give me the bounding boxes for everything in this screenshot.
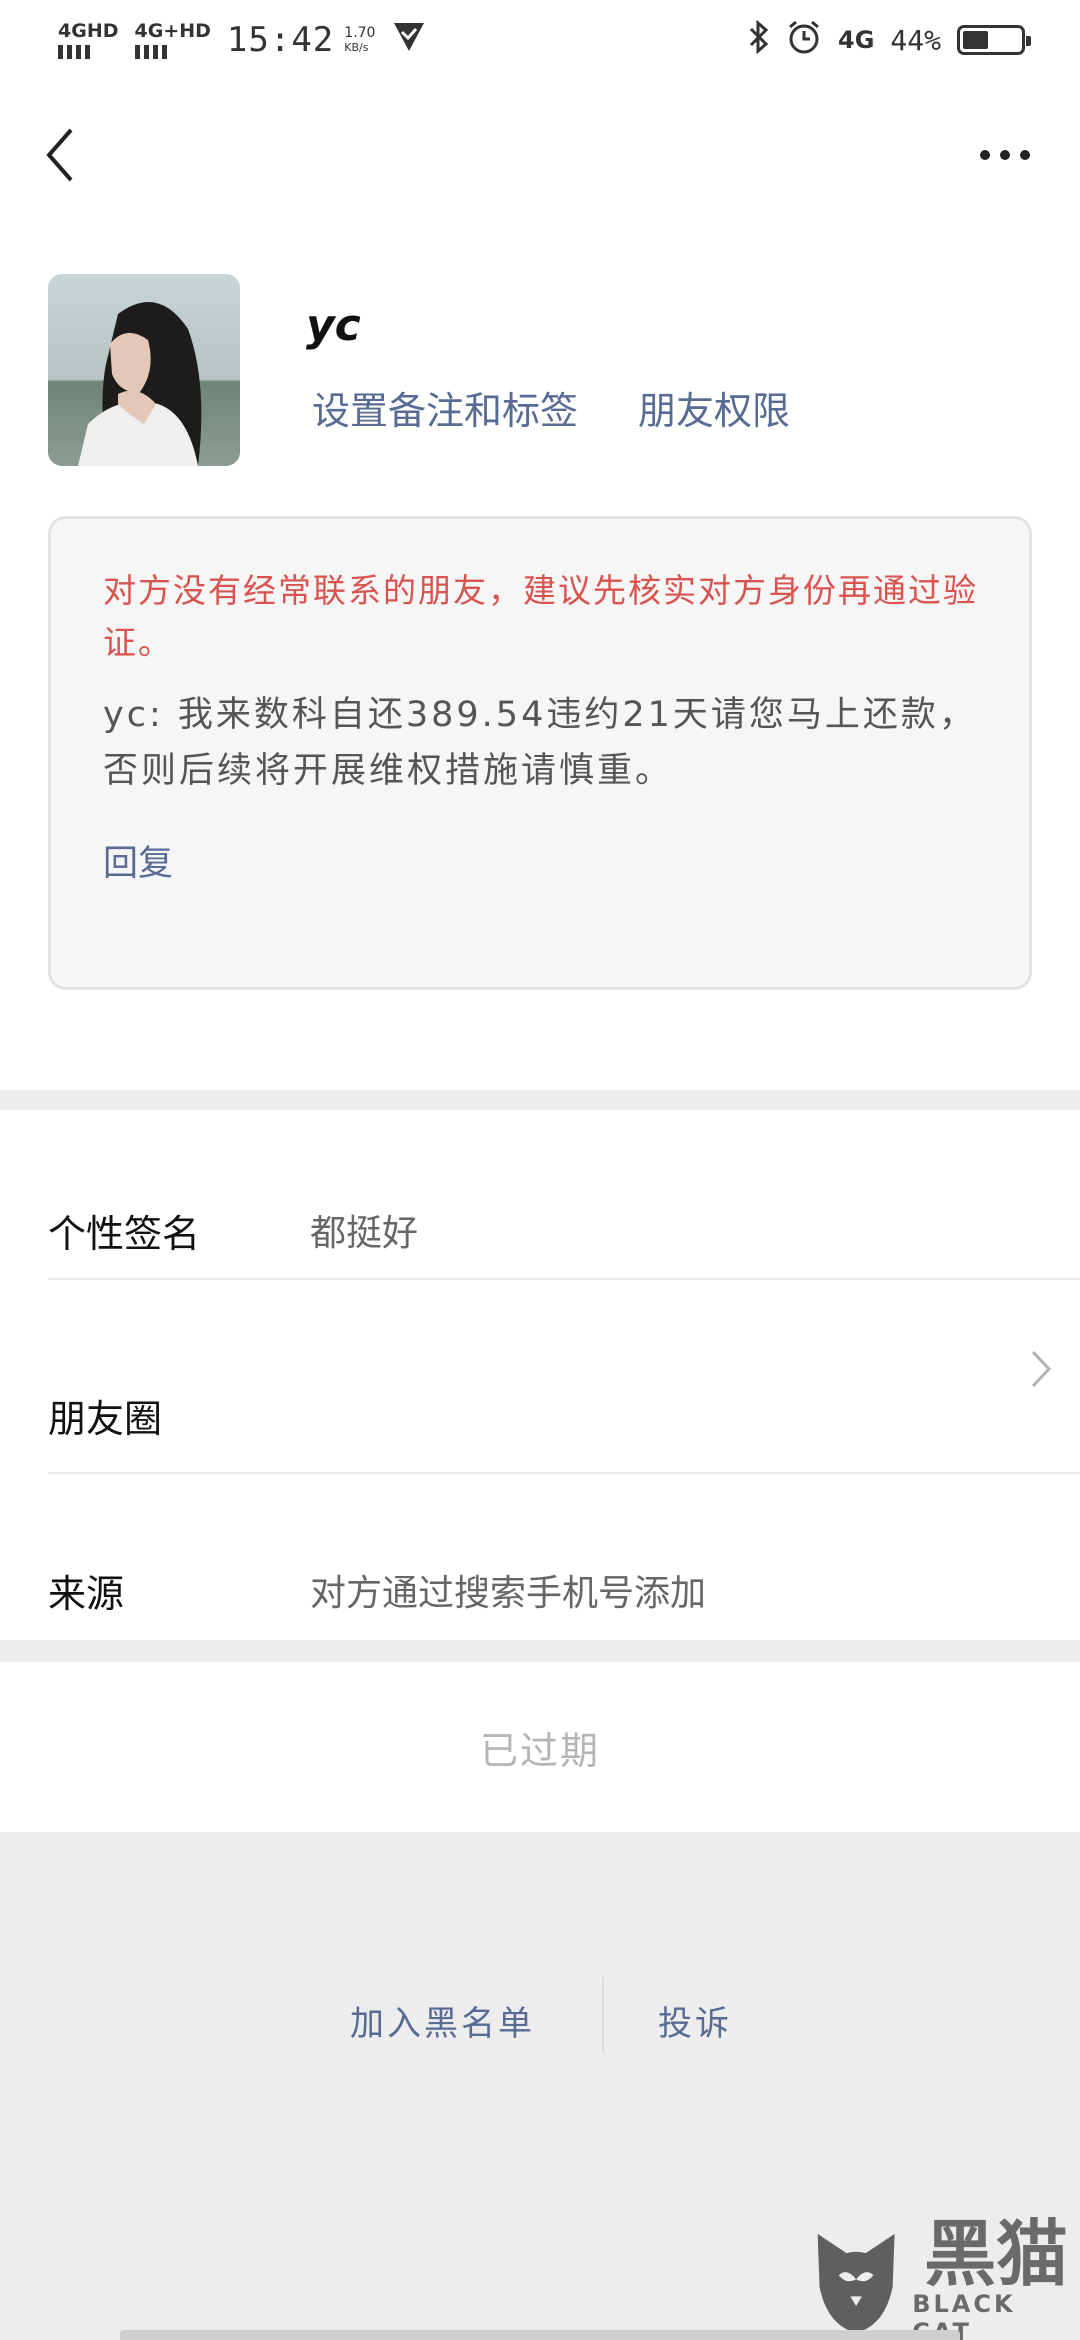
divider [48, 1278, 1080, 1280]
moments-row[interactable]: 朋友圈 [48, 1360, 1080, 1470]
divider [48, 1472, 1080, 1474]
shield-check-icon [391, 20, 427, 60]
more-options-button[interactable] [970, 130, 1040, 180]
add-to-blacklist-link[interactable]: 加入黑名单 [350, 1996, 535, 2045]
expired-label: 已过期 [479, 1728, 600, 1773]
back-button[interactable] [40, 120, 80, 190]
friend-permissions-link[interactable]: 朋友权限 [638, 380, 790, 435]
report-link[interactable]: 投诉 [658, 1996, 732, 2045]
battery-percent: 44% [890, 23, 941, 57]
bottom-strip [120, 2330, 960, 2340]
chevron-right-icon [1030, 1345, 1052, 1401]
black-cat-watermark: 黑猫 BLACK CAT [808, 2218, 1080, 2340]
battery-icon [957, 25, 1031, 55]
profile-links: 设置备注和标签 朋友权限 [312, 380, 790, 435]
status-left: 4GHD 4G+HD 15:42 1.70 KB/s [58, 20, 427, 60]
dot-icon [1020, 150, 1030, 160]
info-list: 个性签名 都挺好 朋友圈 来源 对方通过搜索手机号添加 [0, 1110, 1080, 1640]
signal-1: 4GHD [58, 21, 119, 59]
request-message: yc: 我来数科自还389.54违约21天请您马上还款，否则后续将开展维权措施请… [103, 695, 977, 791]
bottom-actions: 加入黑名单 投诉 [0, 1977, 1080, 2055]
moments-label: 朋友圈 [48, 1396, 163, 1441]
action-divider [602, 1977, 604, 2053]
dot-icon [980, 150, 990, 160]
alarm-icon [786, 19, 822, 61]
verification-message-card: 对方没有经常联系的朋友，建议先核实对方身份再通过验证。 yc: 我来数科自还38… [48, 516, 1032, 990]
network-speed: 1.70 KB/s [344, 25, 376, 54]
clock: 15:42 [226, 20, 335, 60]
warning-text: 对方没有经常联系的朋友，建议先核实对方身份再通过验证。 [103, 571, 978, 662]
reply-link[interactable]: 回复 [103, 835, 979, 886]
watermark-text: 黑猫 BLACK CAT [912, 2212, 1069, 2340]
source-row: 来源 对方通过搜索手机号添加 [48, 1550, 1080, 1630]
status-bar: 4GHD 4G+HD 15:42 1.70 KB/s 4G 44% [0, 0, 1080, 80]
source-label: 来源 [48, 1571, 125, 1616]
signal-2: 4G+HD [134, 21, 211, 59]
network-type: 4G [838, 26, 875, 54]
expired-button: 已过期 [0, 1662, 1080, 1832]
status-right: 4G 44% [748, 19, 1031, 61]
dot-icon [1000, 150, 1010, 160]
signature-value: 都挺好 [310, 1213, 419, 1254]
set-remark-link[interactable]: 设置备注和标签 [312, 380, 578, 435]
signature-row: 个性签名 都挺好 [48, 1190, 1080, 1270]
source-value: 对方通过搜索手机号添加 [310, 1573, 707, 1614]
profile-name: yc [306, 300, 361, 351]
signature-label: 个性签名 [48, 1211, 201, 1256]
avatar[interactable] [48, 274, 240, 466]
cat-head-logo-icon [817, 2233, 895, 2333]
bluetooth-icon [748, 19, 770, 60]
